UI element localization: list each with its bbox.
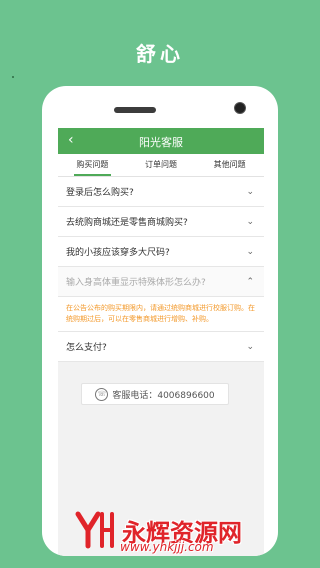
phone-icon: ☏ — [95, 387, 109, 401]
camera-icon — [234, 102, 246, 114]
phone-mockup: ‹ 阳光客服 购买问题 订单问题 其他问题 登录后怎么购买? ⌄ 去统购商城还是… — [42, 86, 278, 556]
chevron-down-icon: ⌄ — [246, 186, 254, 197]
faq-question: 去统购商城还是零售商城购买? — [66, 218, 188, 228]
faq-question: 我的小孩应该穿多大尺码? — [66, 248, 170, 258]
app-screen: ‹ 阳光客服 购买问题 订单问题 其他问题 登录后怎么购买? ⌄ 去统购商城还是… — [58, 128, 264, 556]
watermark-logo-icon — [75, 511, 114, 549]
faq-question: 登录后怎么购买? — [66, 188, 134, 198]
chevron-down-icon: ⌄ — [246, 216, 254, 227]
watermark-url: www.yhkjjj.com — [120, 540, 214, 554]
faq-item-login-purchase[interactable]: 登录后怎么购买? ⌄ — [58, 177, 264, 207]
tab-other[interactable]: 其他问题 — [195, 154, 264, 176]
nav-bar: ‹ 阳光客服 — [58, 128, 264, 154]
tab-order[interactable]: 订单问题 — [127, 154, 196, 176]
decorative-dot — [12, 76, 14, 78]
chevron-up-icon: ⌃ — [246, 276, 254, 287]
faq-item-size[interactable]: 我的小孩应该穿多大尺码? ⌄ — [58, 237, 264, 267]
hotline-button[interactable]: ☏ 客服电话：4006896600 — [81, 383, 229, 405]
hotline-label: 客服电话：4006896600 — [112, 390, 215, 401]
tab-purchase[interactable]: 购买问题 — [58, 154, 127, 176]
page-title: 阳光客服 — [139, 136, 183, 149]
chevron-down-icon: ⌄ — [246, 246, 254, 257]
faq-answer: 在公告公布的购买期限内，请通过统购商城进行校服订购。在统购期过后，可以在零售商城… — [58, 297, 264, 332]
chevron-down-icon: ⌄ — [246, 341, 254, 352]
speaker-grille — [114, 107, 156, 113]
tab-bar: 购买问题 订单问题 其他问题 — [58, 154, 264, 177]
hero-title: 舒心 — [136, 42, 184, 66]
faq-item-which-mall[interactable]: 去统购商城还是零售商城购买? ⌄ — [58, 207, 264, 237]
faq-question: 怎么支付? — [66, 343, 107, 353]
faq-question: 输入身高体重显示特殊体形怎么办? — [66, 278, 206, 288]
faq-item-special-body[interactable]: 输入身高体重显示特殊体形怎么办? ⌃ — [58, 267, 264, 297]
faq-item-payment[interactable]: 怎么支付? ⌄ — [58, 332, 264, 362]
